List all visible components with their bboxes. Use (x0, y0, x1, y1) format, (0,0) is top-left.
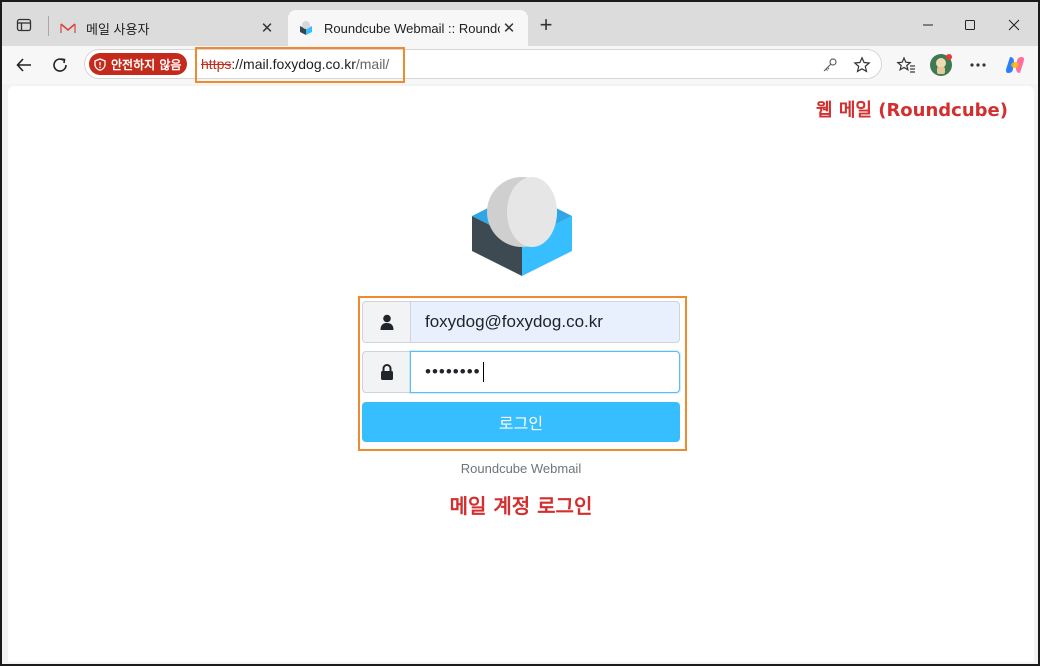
address-bar[interactable]: 안전하지 않음 https://mail.foxydog.co.kr/mail/ (84, 49, 882, 79)
lock-icon (362, 351, 410, 393)
browser-toolbar: 안전하지 않음 https://mail.foxydog.co.kr/mail/ (2, 46, 1038, 84)
tab-title: 메일 사용자 (86, 21, 150, 37)
user-icon (362, 301, 410, 343)
browser-window: 메일 사용자 ✕ Roundcube Webmail :: Roundcube … (0, 0, 1040, 666)
shield-icon (93, 57, 107, 71)
url-scheme: https (201, 56, 232, 72)
tab-actions-icon[interactable] (10, 12, 38, 38)
minimize-button[interactable] (906, 12, 950, 38)
username-field-group: foxydog@foxydog.co.kr (362, 301, 680, 343)
annotation-login: 메일 계정 로그인 (449, 494, 593, 518)
password-input[interactable]: •••••••• (410, 351, 680, 393)
arrow-left-icon (16, 58, 31, 72)
tab-title: Roundcube Webmail :: Roundcube Webmail (324, 20, 500, 36)
back-button[interactable] (10, 51, 38, 79)
close-window-button[interactable] (992, 12, 1036, 38)
reload-button[interactable] (46, 51, 74, 79)
login-button[interactable]: 로그인 (362, 402, 680, 442)
favorites-icon[interactable] (894, 53, 918, 77)
security-badge[interactable]: 안전하지 않음 (89, 53, 188, 75)
copilot-icon[interactable] (1003, 53, 1027, 77)
username-input[interactable]: foxydog@foxydog.co.kr (410, 301, 680, 343)
url-separator: :// (231, 56, 244, 72)
close-icon[interactable]: ✕ (500, 19, 518, 37)
roundcube-logo (470, 172, 574, 276)
key-icon[interactable] (821, 56, 839, 74)
close-icon[interactable]: ✕ (258, 19, 276, 37)
new-tab-button[interactable]: + (534, 14, 558, 38)
maximize-button[interactable] (948, 12, 992, 38)
roundcube-icon (298, 20, 314, 36)
page-content: 웹 메일 (Roundcube) foxydog@foxydog.co.kr •… (8, 86, 1034, 662)
annotation-webmail: 웹 메일 (Roundcube) (816, 100, 1008, 121)
tab-mail-users[interactable]: 메일 사용자 ✕ (50, 10, 286, 46)
product-name: Roundcube Webmail (460, 461, 582, 476)
password-mask: •••••••• (425, 362, 481, 381)
favorite-star-icon[interactable] (853, 56, 871, 74)
more-options-icon[interactable] (966, 53, 990, 77)
profile-avatar[interactable] (929, 53, 953, 77)
tab-separator (48, 16, 49, 36)
reload-icon (53, 58, 67, 72)
url-text[interactable]: https://mail.foxydog.co.kr/mail/ (201, 56, 389, 72)
security-label: 안전하지 않음 (111, 57, 182, 72)
password-field-group: •••••••• (362, 351, 680, 393)
mail-envelope-icon (60, 20, 76, 36)
tab-roundcube[interactable]: Roundcube Webmail :: Roundcube Webmail ✕ (288, 10, 528, 46)
url-host: mail.foxydog.co.kr (243, 56, 356, 72)
url-path: /mail/ (355, 56, 390, 72)
text-caret (482, 362, 484, 382)
tab-bar: 메일 사용자 ✕ Roundcube Webmail :: Roundcube … (2, 2, 1038, 46)
